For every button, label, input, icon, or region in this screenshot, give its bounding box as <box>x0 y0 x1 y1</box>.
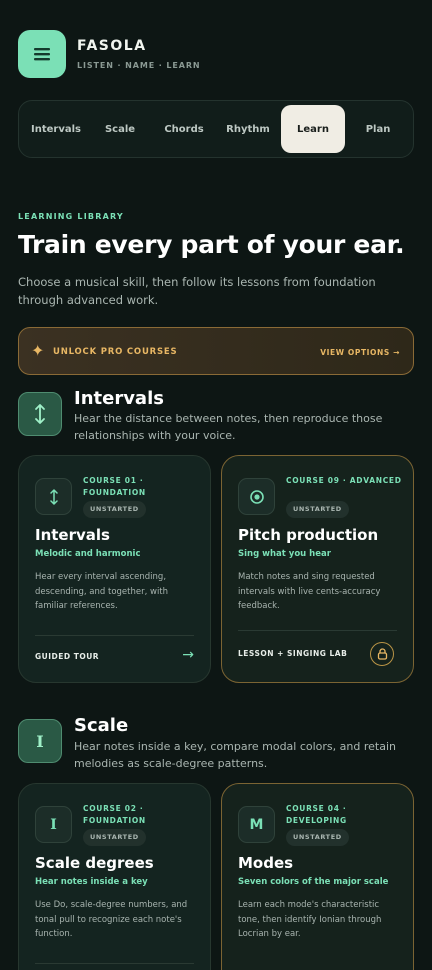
section-desc-intervals: Hear the distance between notes, then re… <box>74 412 383 442</box>
course-title: Scale degrees <box>35 854 154 872</box>
course-card-intervals[interactable]: COURSE 01 · FOUNDATION UNSTARTED Interva… <box>18 455 211 683</box>
course-card-pitch-production[interactable]: COURSE 09 · ADVANCED UNSTARTED Pitch pro… <box>221 455 414 683</box>
page-title: Train every part of your ear. <box>18 230 405 259</box>
section-eyebrow: LEARNING LIBRARY <box>18 212 124 221</box>
course-description: Learn each mode's characteristic tone, t… <box>238 900 382 939</box>
brand: FASOLA LISTEN · NAME · LEARN <box>77 38 201 70</box>
course-subtitle: Hear notes inside a key <box>35 877 148 887</box>
app-header: FASOLA LISTEN · NAME · LEARN <box>18 30 201 78</box>
unlock-pro-banner[interactable]: ✦ UNLOCK PRO COURSES VIEW OPTIONS → <box>18 327 414 375</box>
lock-icon[interactable] <box>370 642 394 666</box>
menu-button[interactable] <box>18 30 66 78</box>
course-description: Hear every interval ascending, descendin… <box>35 572 169 611</box>
section-title-intervals: Intervals <box>74 388 164 409</box>
course-description: Match notes and sing requested intervals… <box>238 572 381 611</box>
view-options-link[interactable]: VIEW OPTIONS → <box>320 348 400 357</box>
section-title-scale: Scale <box>74 715 129 736</box>
app-tagline: LISTEN · NAME · LEARN <box>77 61 201 70</box>
course-number: COURSE 02 · FOUNDATION <box>83 804 146 825</box>
course-title: Pitch production <box>238 526 379 544</box>
page-description: Choose a musical skill, then follow its … <box>18 275 376 307</box>
status-badge: UNSTARTED <box>83 501 146 518</box>
menu-lines-icon <box>34 48 50 61</box>
main-tabs: Intervals Scale Chords Rhythm Learn Plan <box>18 100 414 158</box>
arrow-right-icon[interactable]: → <box>182 647 194 663</box>
sparkle-icon: ✦ <box>31 341 45 360</box>
unlock-pro-label: UNLOCK PRO COURSES <box>53 347 178 357</box>
card-divider <box>35 963 194 964</box>
course-title: Intervals <box>35 526 110 544</box>
status-badge: UNSTARTED <box>286 829 349 846</box>
tab-scale[interactable]: Scale <box>89 105 151 153</box>
scale-degree-icon: I <box>35 806 72 843</box>
vertical-arrows-icon <box>35 478 72 515</box>
target-icon <box>238 478 275 515</box>
tab-chords[interactable]: Chords <box>151 105 217 153</box>
status-badge: UNSTARTED <box>286 501 349 518</box>
course-description: Use Do, scale-degree numbers, and tonal … <box>35 900 188 939</box>
guided-tour-link[interactable]: GUIDED TOUR <box>35 652 99 661</box>
course-number: COURSE 04 · DEVELOPING <box>286 804 347 825</box>
course-title: Modes <box>238 854 294 872</box>
course-number: COURSE 01 · FOUNDATION <box>83 476 146 497</box>
mode-icon: M <box>238 806 275 843</box>
course-card-modes[interactable]: M COURSE 04 · DEVELOPING UNSTARTED Modes… <box>221 783 414 970</box>
course-subtitle: Seven colors of the major scale <box>238 877 389 887</box>
tab-plan[interactable]: Plan <box>345 105 411 153</box>
course-subtitle: Melodic and harmonic <box>35 549 141 559</box>
tab-learn[interactable]: Learn <box>281 105 345 153</box>
course-number: COURSE 09 · ADVANCED <box>286 476 402 485</box>
section-desc-scale: Hear notes inside a key, compare modal c… <box>74 740 396 770</box>
vertical-arrows-icon <box>18 392 62 436</box>
tab-intervals[interactable]: Intervals <box>23 105 89 153</box>
card-divider <box>238 630 397 631</box>
course-subtitle: Sing what you hear <box>238 549 331 559</box>
scale-degree-icon: I <box>18 719 62 763</box>
status-badge: UNSTARTED <box>83 829 146 846</box>
course-card-scale-degrees[interactable]: I COURSE 02 · FOUNDATION UNSTARTED Scale… <box>18 783 211 970</box>
lesson-singing-lab-label: LESSON + SINGING LAB <box>238 649 348 658</box>
app-name: FASOLA <box>77 38 147 54</box>
card-divider <box>35 635 194 636</box>
tab-rhythm[interactable]: Rhythm <box>217 105 279 153</box>
